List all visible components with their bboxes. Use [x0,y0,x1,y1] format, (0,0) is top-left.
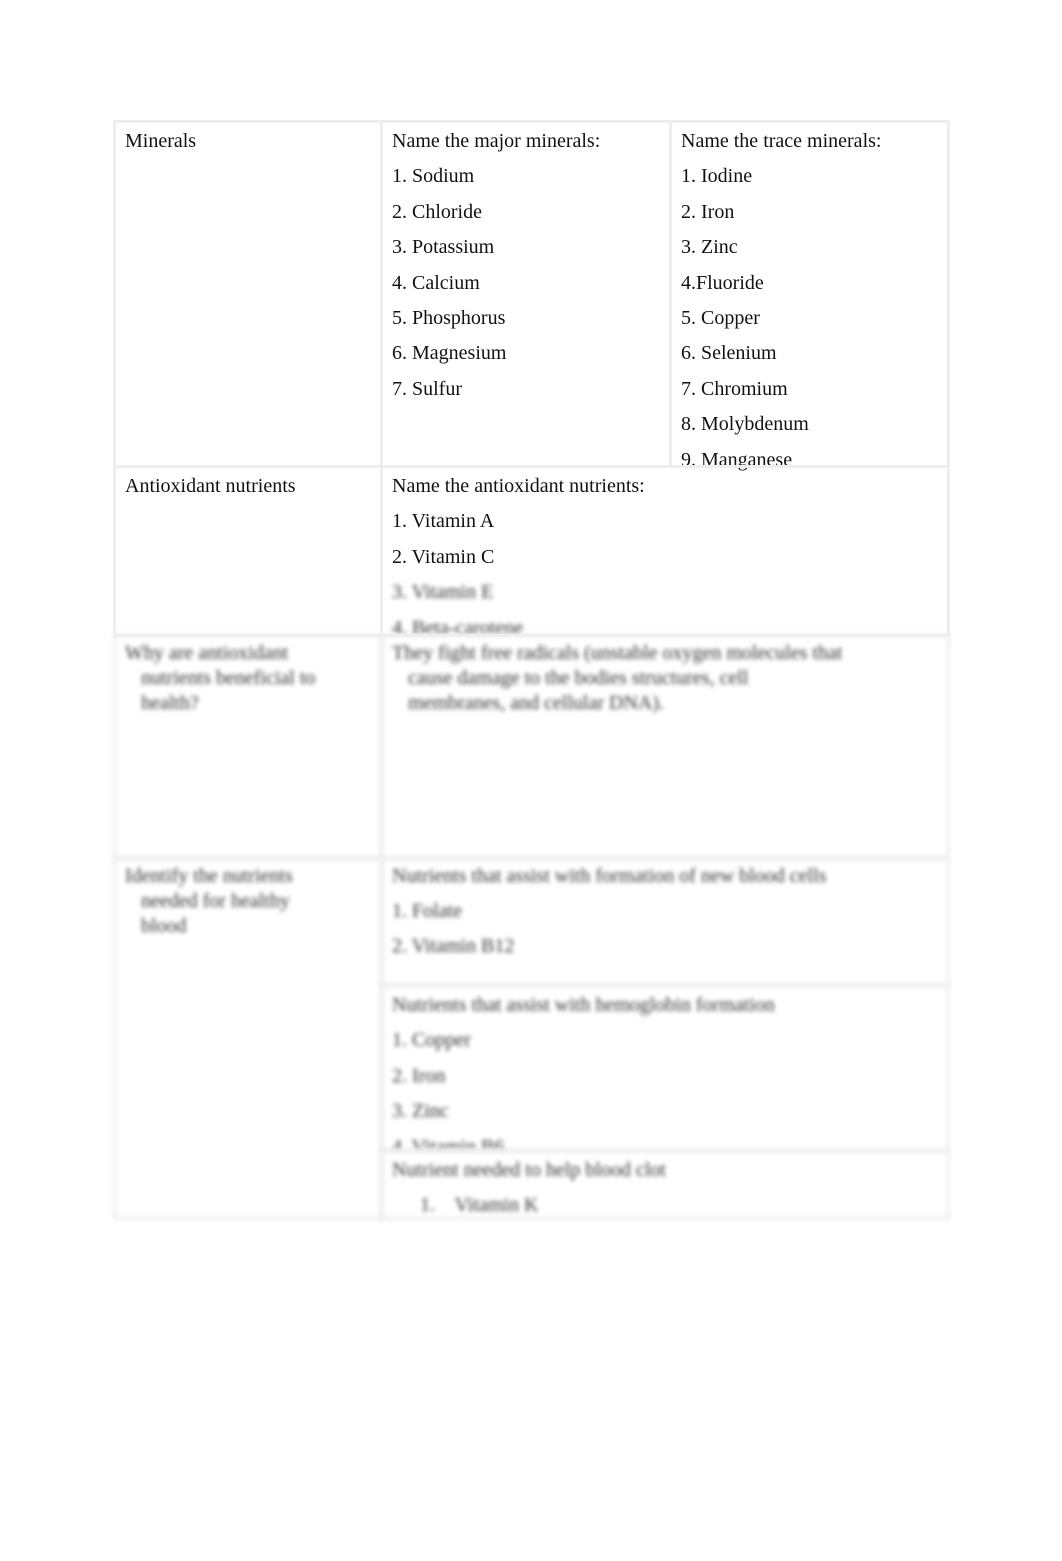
list-item: 8. Molybdenum [681,413,809,436]
list-item: 3. Potassium [392,236,495,259]
list-item: 6. Selenium [681,342,777,365]
blood-group-3: Nutrient needed to help blood clot 1. Vi… [380,1149,950,1220]
list-item: 1. Vitamin K [420,1194,539,1217]
list-item: 6. Magnesium [392,342,507,365]
antioxidants-label: Antioxidant nutrients [125,475,296,497]
list-item: 1. Folate [392,900,462,922]
list-item: 2. Vitamin C [392,545,495,568]
list-item: 4. Calcium [392,271,480,294]
list-item: 1. Iodine [681,165,753,188]
group-heading: Nutrients that assist with formation of … [392,865,827,887]
group-heading: Nutrients that assist with hemoglobin fo… [392,994,775,1016]
blood-group-1: Nutrients that assist with formation of … [380,857,950,987]
list-item: 7. Sulfur [392,377,462,400]
why-answer-cell: They fight free radicals (unstable oxyge… [380,634,950,860]
why-answer: They fight free radicals (unstable oxyge… [392,642,843,714]
list-item: 1. Copper [392,1029,471,1052]
antioxidants-label-cell: Antioxidant nutrients [113,465,383,637]
list-item: 3. Zinc [392,1100,449,1123]
list-item: 2. Chloride [392,200,482,223]
trace-minerals-heading: Name the trace minerals: [681,130,882,152]
list-item: 5. Copper [681,306,760,329]
trace-minerals-cell: Name the trace minerals: 1. Iodine 2. Ir… [669,120,950,471]
major-minerals-cell: Name the major minerals: 1. Sodium 2. Ch… [380,120,672,468]
blood-group-2: Nutrients that assist with hemoglobin fo… [380,984,950,1152]
why-question: Why are antioxidant nutrients beneficial… [125,642,316,714]
minerals-label-cell: Minerals [113,120,383,468]
list-item: 2. Iron [681,200,735,223]
list-item: 1. Vitamin A [392,510,495,533]
list-item: 1. Sodium [392,165,475,188]
document-page: Minerals Name the major minerals: 1. Sod… [0,0,1062,1561]
group-heading: Nutrient needed to help blood clot [392,1159,666,1181]
minerals-label: Minerals [125,130,197,152]
blood-question: Identify the nutrients needed for health… [125,865,293,937]
list-item: 4.Fluoride [681,271,764,294]
list-item: 2. Iron [392,1064,446,1087]
antioxidants-heading: Name the antioxidant nutrients: [392,475,645,497]
antioxidants-cell: Name the antioxidant nutrients: 1. Vitam… [380,465,950,637]
list-item: 3. Zinc [681,236,738,259]
major-minerals-heading: Name the major minerals: [392,130,601,152]
why-question-cell: Why are antioxidant nutrients beneficial… [113,634,383,860]
list-item: 7. Chromium [681,377,788,400]
list-item: 5. Phosphorus [392,306,506,329]
list-item: 2. Vitamin B12 [392,935,515,958]
list-item: 3. Vitamin E [392,581,494,604]
blood-question-cell: Identify the nutrients needed for health… [113,857,383,1220]
